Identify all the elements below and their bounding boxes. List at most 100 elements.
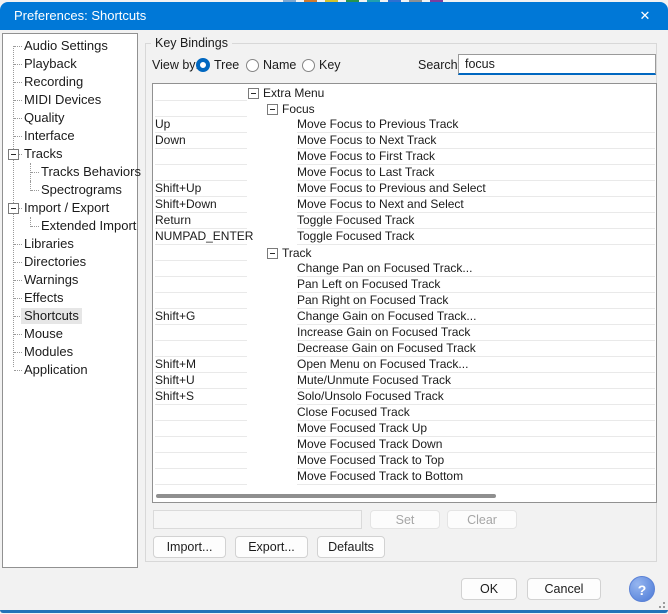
- binding-command-cell: Move Focus to Previous and Select: [297, 181, 655, 197]
- view-by-key-radio[interactable]: Key: [302, 57, 341, 73]
- sidebar-item-import-export[interactable]: Import / Export: [3, 199, 137, 217]
- sidebar-item-effects[interactable]: Effects: [3, 289, 137, 307]
- binding-command-label: Pan Right on Focused Track: [297, 293, 448, 308]
- key-binding-row[interactable]: Pan Right on Focused Track: [153, 293, 656, 309]
- resize-grip-icon[interactable]: [656, 599, 665, 608]
- key-binding-row[interactable]: Move Focused Track Up: [153, 421, 656, 437]
- collapse-icon[interactable]: [8, 149, 19, 160]
- sidebar-item-label: Spectrograms: [38, 182, 125, 198]
- sidebar-item-label: Audio Settings: [21, 38, 111, 54]
- import-button[interactable]: Import...: [153, 536, 226, 558]
- key-bindings-tree[interactable]: Extra MenuFocusUpMove Focus to Previous …: [152, 83, 657, 503]
- key-binding-row[interactable]: Focus: [153, 101, 656, 117]
- key-binding-row[interactable]: UpMove Focus to Previous Track: [153, 117, 656, 133]
- sidebar-item-modules[interactable]: Modules: [3, 343, 137, 361]
- binding-command-label: Move Focused Track Down: [297, 437, 442, 452]
- key-binding-row[interactable]: Shift+DownMove Focus to Next and Select: [153, 197, 656, 213]
- key-binding-row[interactable]: Move Focus to First Track: [153, 149, 656, 165]
- binding-key-cell: [155, 85, 247, 101]
- key-binding-row[interactable]: Move Focused Track to Bottom: [153, 469, 656, 485]
- collapse-icon[interactable]: [267, 104, 278, 115]
- key-binding-row[interactable]: Decrease Gain on Focused Track: [153, 341, 656, 357]
- binding-command-cell: Increase Gain on Focused Track: [297, 325, 655, 341]
- binding-command-cell: Move Focus to Previous Track: [297, 117, 655, 133]
- binding-command-label: Focus: [282, 102, 315, 117]
- binding-key-cell: Shift+Down: [155, 197, 247, 213]
- key-binding-row[interactable]: Increase Gain on Focused Track: [153, 325, 656, 341]
- sidebar-item-warnings[interactable]: Warnings: [3, 271, 137, 289]
- binding-command-label: Move Focus to First Track: [297, 149, 435, 164]
- binding-command-cell: Pan Right on Focused Track: [297, 293, 655, 309]
- view-by-name-radio[interactable]: Name: [246, 57, 296, 73]
- key-binding-row[interactable]: Change Pan on Focused Track...: [153, 261, 656, 277]
- help-icon[interactable]: ?: [629, 576, 655, 602]
- key-binding-row[interactable]: Shift+UpMove Focus to Previous and Selec…: [153, 181, 656, 197]
- sidebar-item-quality[interactable]: Quality: [3, 109, 137, 127]
- horizontal-scrollbar[interactable]: [156, 494, 496, 498]
- key-binding-row[interactable]: Move Focused Track to Top: [153, 453, 656, 469]
- preferences-dialog: Preferences: Shortcuts ✕ Audio SettingsP…: [0, 0, 668, 614]
- key-binding-row[interactable]: Track: [153, 245, 656, 261]
- defaults-button[interactable]: Defaults: [317, 536, 385, 558]
- key-binding-row[interactable]: Shift+SSolo/Unsolo Focused Track: [153, 389, 656, 405]
- binding-command-cell: Decrease Gain on Focused Track: [297, 341, 655, 357]
- sidebar-item-directories[interactable]: Directories: [3, 253, 137, 271]
- sidebar-item-tracks[interactable]: Tracks: [3, 145, 137, 163]
- sidebar-item-midi-devices[interactable]: MIDI Devices: [3, 91, 137, 109]
- hotkey-input[interactable]: [153, 510, 362, 529]
- binding-command-label: Change Gain on Focused Track...: [297, 309, 476, 324]
- binding-group-header: Track: [267, 245, 655, 261]
- binding-command-label: Mute/Unmute Focused Track: [297, 373, 451, 388]
- sidebar-item-label: Mouse: [21, 326, 66, 342]
- binding-command-label: Toggle Focused Track: [297, 213, 414, 228]
- sidebar-item-shortcuts[interactable]: Shortcuts: [3, 307, 137, 325]
- clear-button[interactable]: Clear: [447, 510, 517, 529]
- export-button[interactable]: Export...: [235, 536, 308, 558]
- title-bar[interactable]: Preferences: Shortcuts ✕: [0, 2, 668, 30]
- collapse-icon[interactable]: [267, 248, 278, 259]
- sidebar-item-label: Effects: [21, 290, 67, 306]
- sidebar-item-extended-import[interactable]: Extended Import: [3, 217, 137, 235]
- binding-command-cell: Move Focused Track Up: [297, 421, 655, 437]
- key-binding-row[interactable]: Shift+GChange Gain on Focused Track...: [153, 309, 656, 325]
- key-binding-row[interactable]: NUMPAD_ENTERToggle Focused Track: [153, 229, 656, 245]
- binding-group-header: Focus: [267, 101, 655, 117]
- key-binding-row[interactable]: Move Focused Track Down: [153, 437, 656, 453]
- cancel-button[interactable]: Cancel: [527, 578, 601, 600]
- sidebar-item-label: Tracks Behaviors: [38, 164, 144, 180]
- collapse-icon[interactable]: [248, 88, 259, 99]
- binding-command-cell: Move Focused Track to Top: [297, 453, 655, 469]
- sidebar-item-tracks-behaviors[interactable]: Tracks Behaviors: [3, 163, 137, 181]
- binding-command-cell: Mute/Unmute Focused Track: [297, 373, 655, 389]
- key-binding-row[interactable]: Shift+MOpen Menu on Focused Track...: [153, 357, 656, 373]
- sidebar-item-label: Extended Import: [38, 218, 139, 234]
- sidebar-item-audio-settings[interactable]: Audio Settings: [3, 37, 137, 55]
- collapse-icon[interactable]: [8, 203, 19, 214]
- sidebar-item-interface[interactable]: Interface: [3, 127, 137, 145]
- sidebar-item-spectrograms[interactable]: Spectrograms: [3, 181, 137, 199]
- set-button[interactable]: Set: [370, 510, 440, 529]
- key-binding-row[interactable]: Pan Left on Focused Track: [153, 277, 656, 293]
- key-binding-row[interactable]: DownMove Focus to Next Track: [153, 133, 656, 149]
- sidebar-item-label: MIDI Devices: [21, 92, 104, 108]
- ok-button[interactable]: OK: [461, 578, 517, 600]
- view-by-tree-radio[interactable]: Tree: [196, 57, 239, 73]
- view-by-label: View by:: [152, 58, 199, 72]
- key-binding-row[interactable]: Close Focused Track: [153, 405, 656, 421]
- sidebar-item-label: Recording: [21, 74, 86, 90]
- binding-command-label: Move Focused Track Up: [297, 421, 427, 436]
- key-binding-row[interactable]: Move Focus to Last Track: [153, 165, 656, 181]
- sidebar-item-recording[interactable]: Recording: [3, 73, 137, 91]
- sidebar-item-playback[interactable]: Playback: [3, 55, 137, 73]
- radio-circle-icon: [246, 59, 259, 72]
- sidebar-item-mouse[interactable]: Mouse: [3, 325, 137, 343]
- binding-command-label: Change Pan on Focused Track...: [297, 261, 472, 276]
- key-binding-row[interactable]: ReturnToggle Focused Track: [153, 213, 656, 229]
- sidebar-item-libraries[interactable]: Libraries: [3, 235, 137, 253]
- key-binding-row[interactable]: Extra Menu: [153, 85, 656, 101]
- key-binding-row[interactable]: Shift+UMute/Unmute Focused Track: [153, 373, 656, 389]
- search-input[interactable]: [458, 54, 656, 75]
- binding-command-label: Increase Gain on Focused Track: [297, 325, 470, 340]
- close-icon[interactable]: ✕: [622, 2, 668, 30]
- sidebar-item-application[interactable]: Application: [3, 361, 137, 379]
